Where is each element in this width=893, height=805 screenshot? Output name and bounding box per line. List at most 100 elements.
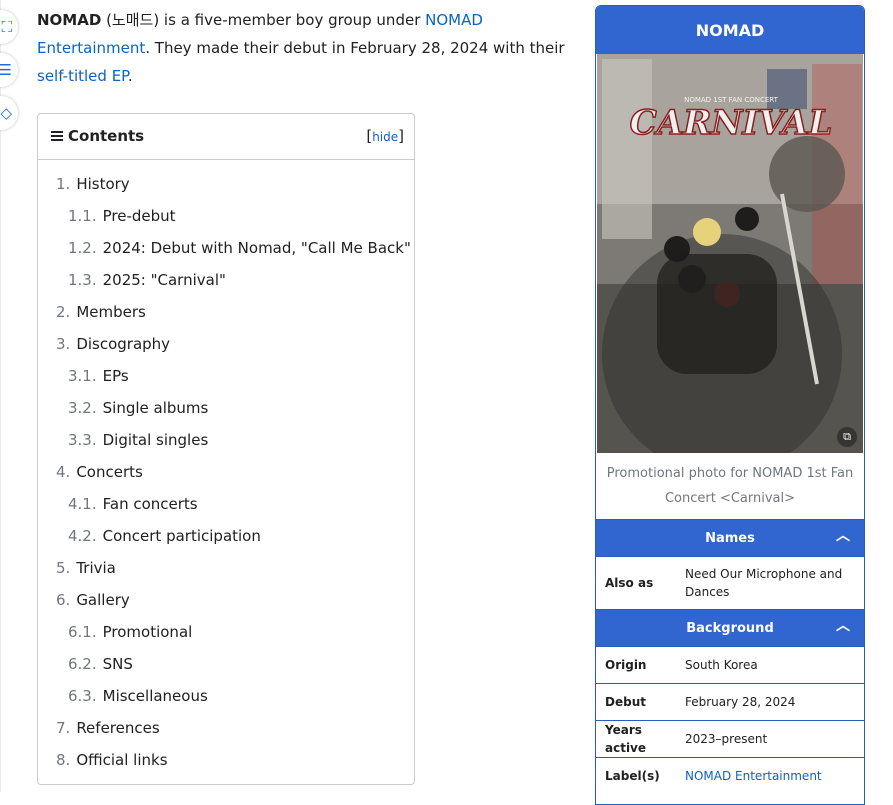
toc-title-text: Contents <box>68 127 145 145</box>
toc-item-label[interactable]: Pre-debut <box>103 207 176 225</box>
names-rows: Also as Need Our Microphone and Dances <box>596 556 864 609</box>
toc-item[interactable]: 6.1. Promotional <box>38 618 414 650</box>
toc-item-label[interactable]: Gallery <box>76 591 129 609</box>
toc-item[interactable]: 7. References <box>38 714 414 746</box>
expand-icon[interactable]: ⛶ <box>0 10 18 44</box>
infobox-row-value: South Korea <box>685 658 758 672</box>
tag-icon[interactable]: ◇ <box>0 96 18 130</box>
toc-item[interactable]: 6. Gallery <box>38 586 414 618</box>
infobox-row-label: Also as <box>605 576 654 590</box>
list-icon <box>51 131 63 141</box>
toc-item[interactable]: 5. Trivia <box>38 554 414 586</box>
toc-item-number: 8. <box>56 751 71 769</box>
toc-item[interactable]: 4. Concerts <box>38 458 414 490</box>
left-rail: ⛶ ☰ ◇ <box>0 0 20 792</box>
toc-hide-link[interactable]: hide <box>372 130 398 144</box>
image-expand-icon[interactable]: ⧉ <box>837 427 857 447</box>
toc-item-label[interactable]: Members <box>76 303 146 321</box>
toc-item-label[interactable]: Miscellaneous <box>103 687 208 705</box>
toc-item-label[interactable]: Fan concerts <box>103 495 198 513</box>
toc-item-number: 3. <box>56 335 71 353</box>
toc-item-label[interactable]: Single albums <box>103 399 209 417</box>
toc-item-label[interactable]: 2025: "Carnival" <box>103 271 226 289</box>
toc-item-label[interactable]: References <box>76 719 159 737</box>
toc-item-label[interactable]: Official links <box>76 751 167 769</box>
chevron-up-icon[interactable]: ︿ <box>836 525 850 545</box>
toc-item[interactable]: 1. History <box>38 170 414 202</box>
toc-item[interactable]: 6.3. Miscellaneous <box>38 682 414 714</box>
toc-item-label[interactable]: Trivia <box>76 559 116 577</box>
chevron-up-icon[interactable]: ︿ <box>836 615 850 635</box>
toc-item-number: 7. <box>56 719 71 737</box>
table-of-contents: Contents [hide] 1. History 1.1. Pre-debut 1.… <box>37 113 415 785</box>
toc-item-number: 4.2. <box>68 527 97 545</box>
toc-hide-toggle: [hide] <box>366 127 404 145</box>
toc-item-number: 2. <box>56 303 71 321</box>
toc-item[interactable]: 3.2. Single albums <box>38 394 414 426</box>
infobox-row: Label(s) NOMAD Entertainment <box>596 757 864 794</box>
toc-item-label[interactable]: SNS <box>103 655 133 673</box>
infobox-title: NOMAD <box>596 6 864 54</box>
infobox-row: Years active 2023–present <box>596 720 864 757</box>
toc-item-number: 6. <box>56 591 71 609</box>
toc-item-label[interactable]: Digital singles <box>103 431 209 449</box>
infobox-row: Debut February 28, 2024 <box>596 683 864 720</box>
article-subject: NOMAD <box>37 11 102 29</box>
toc-item[interactable]: 8. Official links <box>38 746 414 778</box>
infobox-row-value: 2023–present <box>685 732 768 746</box>
infobox-row-label: Years active <box>605 723 647 755</box>
ep-link[interactable]: self-titled EP <box>37 67 128 85</box>
toc-item-label[interactable]: Discography <box>76 335 170 353</box>
list-icon[interactable]: ☰ <box>0 53 18 87</box>
toc-item-number: 3.1. <box>68 367 97 385</box>
image-caption: Promotional photo for NOMAD 1st Fan Conc… <box>606 466 854 506</box>
promo-photo-illustration: NOMAD 1ST FAN CONCERT CARNIVAL <box>597 54 863 453</box>
promo-image[interactable]: NOMAD 1ST FAN CONCERT CARNIVAL ⧉ <box>597 54 863 453</box>
toc-item-label[interactable]: Concert participation <box>103 527 261 545</box>
toc-item[interactable]: 1.2. 2024: Debut with Nomad, "Call Me Bac… <box>38 234 414 266</box>
toc-item-number: 1.2. <box>68 239 97 257</box>
toc-item-number: 4.1. <box>68 495 97 513</box>
toc-list: 1. History 1.1. Pre-debut 1.2. 2024: Debut wi… <box>38 170 414 778</box>
toc-item-label[interactable]: 2024: Debut with Nomad, "Call Me Back" <box>103 239 411 257</box>
section-background-label: Background <box>686 620 774 636</box>
infobox-row-link[interactable]: NOMAD Entertainment <box>685 767 864 785</box>
infobox-row-label: Label(s) <box>605 769 660 783</box>
infobox-row-label: Debut <box>605 695 646 709</box>
toc-header: Contents [hide] <box>38 114 414 160</box>
intro-text-3: . <box>127 67 133 85</box>
infobox-row-label: Origin <box>605 658 647 672</box>
toc-item-number: 3.2. <box>68 399 97 417</box>
toc-item-label[interactable]: Concerts <box>76 463 143 481</box>
toc-item-label[interactable]: History <box>76 175 129 193</box>
toc-item-label[interactable]: EPs <box>103 367 129 385</box>
infobox-row: Origin South Korea <box>596 646 864 683</box>
toc-item[interactable]: 4.2. Concert participation <box>38 522 414 554</box>
infobox-row: Also as Need Our Microphone and Dances <box>596 556 864 609</box>
infobox-row-value: February 28, 2024 <box>685 695 796 709</box>
toc-item-label[interactable]: Promotional <box>103 623 193 641</box>
infobox-row-value: Need Our Microphone and Dances <box>685 567 843 599</box>
infobox: NOMAD NOMAD 1ST FAN CONCERT CARNIVAL ⧉ P… <box>595 5 865 805</box>
toc-item-number: 6.2. <box>68 655 97 673</box>
toc-item[interactable]: 1.3. 2025: "Carnival" <box>38 266 414 298</box>
section-names-header[interactable]: Names ︿ <box>596 519 864 556</box>
toc-item-number: 6.1. <box>68 623 97 641</box>
toc-title: Contents <box>51 127 144 145</box>
intro-text-1: (노매드) is a five-member boy group under <box>101 11 426 29</box>
bracket-close: ] <box>398 127 404 145</box>
section-background-header[interactable]: Background ︿ <box>596 609 864 646</box>
toc-item-number: 1.1. <box>68 207 97 225</box>
toc-item-number: 5. <box>56 559 71 577</box>
toc-item[interactable]: 2. Members <box>38 298 414 330</box>
section-names-label: Names <box>705 530 755 546</box>
toc-item-number: 4. <box>56 463 71 481</box>
toc-item[interactable]: 4.1. Fan concerts <box>38 490 414 522</box>
toc-item[interactable]: 3.1. EPs <box>38 362 414 394</box>
toc-item[interactable]: 6.2. SNS <box>38 650 414 682</box>
background-rows: Origin South Korea Debut February 28, 2024 Y… <box>596 646 864 794</box>
toc-item[interactable]: 1.1. Pre-debut <box>38 202 414 234</box>
toc-item[interactable]: 3.3. Digital singles <box>38 426 414 458</box>
toc-item[interactable]: 3. Discography <box>38 330 414 362</box>
toc-item-number: 6.3. <box>68 687 97 705</box>
